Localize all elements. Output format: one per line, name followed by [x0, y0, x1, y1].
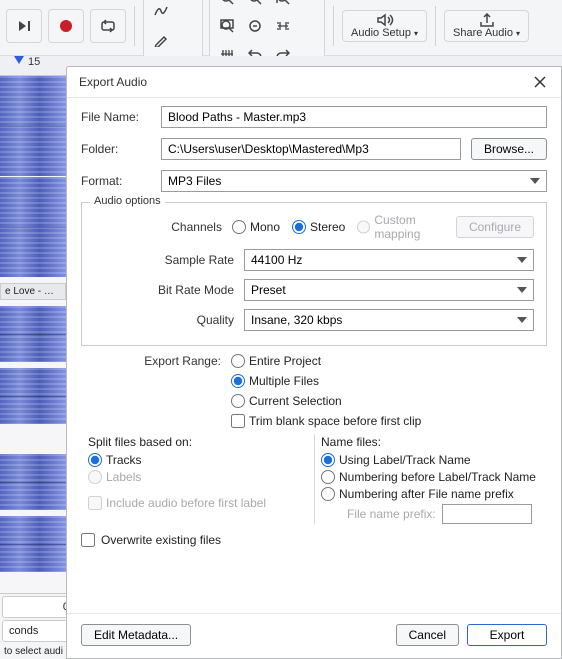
- status-unit: conds: [2, 620, 76, 642]
- audio-setup-label: Audio Setup: [351, 27, 411, 39]
- close-button[interactable]: [531, 73, 549, 91]
- export-button[interactable]: Export: [467, 624, 547, 646]
- skip-end-button[interactable]: [11, 13, 37, 39]
- labels-radio: Labels: [88, 470, 307, 484]
- format-select[interactable]: MP3 Files: [161, 170, 547, 192]
- fit-selection-icon[interactable]: [270, 0, 296, 11]
- trim-icon[interactable]: [270, 13, 296, 39]
- prefix-input: [442, 504, 532, 524]
- waveform[interactable]: [0, 76, 66, 176]
- cancel-button[interactable]: Cancel: [396, 624, 459, 646]
- export-range-label: Export Range:: [81, 354, 221, 368]
- zoom-in-icon[interactable]: [214, 0, 240, 11]
- status-value: 0: [2, 596, 76, 618]
- entire-project-radio[interactable]: Entire Project: [231, 354, 321, 368]
- folder-input[interactable]: [161, 138, 461, 160]
- main-toolbar: Audio Setup ▾ Share Audio ▾: [0, 0, 562, 56]
- draw-tool-icon[interactable]: [148, 27, 174, 53]
- export-audio-dialog: Export Audio File Name: Folder: Browse..…: [66, 66, 562, 659]
- sample-rate-select[interactable]: 44100 Hz: [244, 249, 534, 271]
- waveform[interactable]: [0, 454, 66, 510]
- split-name-section: Split files based on: Tracks Labels Incl…: [81, 434, 547, 525]
- waveform[interactable]: [0, 368, 66, 424]
- record-button[interactable]: [53, 13, 79, 39]
- channels-label: Channels: [94, 220, 222, 234]
- prefix-label: File name prefix:: [347, 507, 436, 521]
- dialog-titlebar: Export Audio: [67, 67, 561, 98]
- overwrite-checkbox[interactable]: Overwrite existing files: [81, 533, 221, 547]
- loop-group: [90, 9, 126, 43]
- include-audio-checkbox: Include audio before first label: [88, 496, 307, 510]
- fit-project-icon[interactable]: [214, 13, 240, 39]
- audio-options-legend: Audio options: [90, 195, 165, 207]
- playhead-marker-icon[interactable]: [14, 56, 24, 64]
- file-name-input[interactable]: [161, 106, 547, 128]
- stereo-radio[interactable]: Stereo: [292, 220, 345, 234]
- audio-setup-button[interactable]: Audio Setup ▾: [342, 10, 427, 42]
- numbering-after-radio[interactable]: Numbering after File name prefix: [321, 487, 540, 501]
- envelope-tool-icon[interactable]: [148, 0, 174, 25]
- bit-rate-mode-label: Bit Rate Mode: [94, 283, 234, 297]
- zoom-toggle-icon[interactable]: [242, 13, 268, 39]
- loop-button[interactable]: [95, 13, 121, 39]
- track-label[interactable]: e Love - Mast: [0, 283, 66, 300]
- dialog-footer: Edit Metadata... Cancel Export: [67, 613, 561, 658]
- tracks-radio[interactable]: Tracks: [88, 453, 307, 467]
- browse-button[interactable]: Browse...: [471, 138, 547, 160]
- record-group: [48, 9, 84, 43]
- using-label-radio[interactable]: Using Label/Track Name: [321, 453, 540, 467]
- bit-rate-mode-select[interactable]: Preset: [244, 279, 534, 301]
- name-legend: Name files:: [321, 435, 540, 449]
- folder-label: Folder:: [81, 142, 151, 156]
- share-audio-label: Share Audio: [453, 27, 513, 39]
- custom-mapping-radio: Custom mapping: [357, 213, 446, 241]
- name-column: Name files: Using Label/Track Name Numbe…: [314, 434, 547, 525]
- format-label: Format:: [81, 174, 151, 188]
- trim-blank-checkbox[interactable]: Trim blank space before first clip: [231, 414, 421, 428]
- zoom-out-icon[interactable]: [242, 0, 268, 11]
- mono-radio[interactable]: Mono: [232, 220, 280, 234]
- export-range-section: Export Range: Entire Project Multiple Fi…: [81, 354, 547, 428]
- waveform[interactable]: [0, 516, 66, 572]
- dialog-title: Export Audio: [79, 75, 147, 89]
- current-selection-radio[interactable]: Current Selection: [231, 394, 342, 408]
- sample-rate-label: Sample Rate: [94, 253, 234, 267]
- edit-metadata-button[interactable]: Edit Metadata...: [81, 624, 191, 646]
- configure-button: Configure: [456, 216, 534, 238]
- multiple-files-radio[interactable]: Multiple Files: [231, 374, 319, 388]
- quality-label: Quality: [94, 313, 234, 327]
- ruler-tick: 15: [26, 56, 40, 68]
- share-audio-button[interactable]: Share Audio ▾: [444, 10, 529, 42]
- quality-select[interactable]: Insane, 320 kbps: [244, 309, 534, 331]
- waveform[interactable]: [0, 177, 66, 277]
- split-legend: Split files based on:: [88, 435, 307, 449]
- split-column: Split files based on: Tracks Labels Incl…: [81, 434, 314, 525]
- file-name-label: File Name:: [81, 110, 151, 124]
- audio-options-group: Audio options Channels Mono Stereo Custo…: [81, 202, 547, 346]
- transport-end-group: [6, 9, 42, 43]
- waveform[interactable]: [0, 306, 66, 362]
- numbering-before-radio[interactable]: Numbering before Label/Track Name: [321, 470, 540, 484]
